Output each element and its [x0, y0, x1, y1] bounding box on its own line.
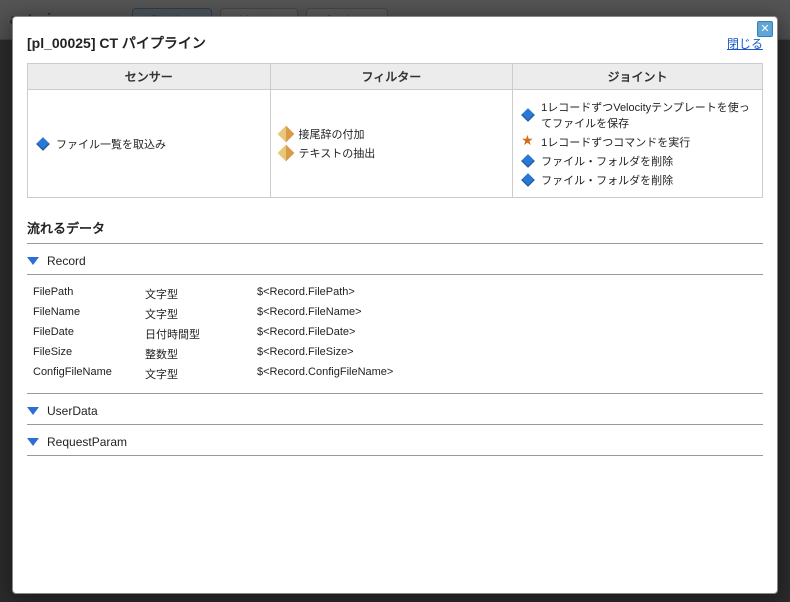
- field-row: ConfigFileName 文字型 $<Record.ConfigFileNa…: [29, 365, 761, 383]
- field-type: 文字型: [141, 365, 251, 383]
- field-name: FileDate: [29, 325, 139, 343]
- record-name: RequestParam: [47, 435, 127, 449]
- field-type: 文字型: [141, 305, 251, 323]
- joint-item[interactable]: ファイル・フォルダを削除: [521, 172, 754, 188]
- joint-item[interactable]: ファイル・フォルダを削除: [521, 153, 754, 169]
- joint-item-label: ファイル・フォルダを削除: [541, 153, 673, 169]
- filter-item-label: 接尾辞の付加: [299, 126, 365, 142]
- diamond-icon: [521, 108, 535, 122]
- pencil-icon: [277, 126, 294, 143]
- field-row: FileSize 整数型 $<Record.FileSize>: [29, 345, 761, 363]
- diamond-icon: [36, 137, 50, 151]
- field-value: $<Record.FilePath>: [253, 285, 761, 303]
- filter-cell: 接尾辞の付加 テキストの抽出: [270, 90, 513, 198]
- record-fields-table: FilePath 文字型 $<Record.FilePath> FileName…: [27, 283, 763, 385]
- field-type: 整数型: [141, 345, 251, 363]
- divider: [27, 424, 763, 425]
- star-icon: [521, 135, 535, 149]
- field-value: $<Record.ConfigFileName>: [253, 365, 761, 383]
- field-name: FilePath: [29, 285, 139, 303]
- joint-item-label: 1レコードずつコマンドを実行: [541, 134, 690, 150]
- field-name: FileSize: [29, 345, 139, 363]
- field-name: FileName: [29, 305, 139, 323]
- close-link[interactable]: 閉じる: [727, 35, 763, 52]
- joint-item-label: 1レコードずつVelocityテンプレートを使ってファイルを保存: [541, 99, 754, 131]
- divider: [27, 455, 763, 456]
- filter-item-label: テキストの抽出: [299, 145, 376, 161]
- sensor-item-label: ファイル一覧を取込み: [56, 136, 166, 152]
- filter-item[interactable]: 接尾辞の付加: [279, 126, 505, 142]
- filter-item[interactable]: テキストの抽出: [279, 145, 505, 161]
- field-type: 日付時間型: [141, 325, 251, 343]
- record-toggle-userdata[interactable]: UserData: [27, 404, 763, 418]
- field-row: FilePath 文字型 $<Record.FilePath>: [29, 285, 761, 303]
- pipeline-dialog: ✕ [pl_00025] CT パイプライン 閉じる センサー フィルター ジョ…: [12, 16, 778, 594]
- field-name: ConfigFileName: [29, 365, 139, 383]
- divider: [27, 243, 763, 244]
- field-value: $<Record.FileSize>: [253, 345, 761, 363]
- triangle-down-icon: [27, 257, 39, 265]
- record-toggle-requestparam[interactable]: RequestParam: [27, 435, 763, 449]
- record-name: Record: [47, 254, 86, 268]
- diamond-icon: [521, 154, 535, 168]
- diamond-icon: [521, 173, 535, 187]
- field-value: $<Record.FileName>: [253, 305, 761, 323]
- col-header-joint: ジョイント: [513, 64, 763, 90]
- record-name: UserData: [47, 404, 98, 418]
- triangle-down-icon: [27, 407, 39, 415]
- field-value: $<Record.FileDate>: [253, 325, 761, 343]
- pencil-icon: [277, 145, 294, 162]
- joint-item[interactable]: 1レコードずつVelocityテンプレートを使ってファイルを保存: [521, 99, 754, 131]
- joint-item-label: ファイル・フォルダを削除: [541, 172, 673, 188]
- sensor-item[interactable]: ファイル一覧を取込み: [36, 136, 262, 152]
- joint-item[interactable]: 1レコードずつコマンドを実行: [521, 134, 754, 150]
- field-row: FileDate 日付時間型 $<Record.FileDate>: [29, 325, 761, 343]
- triangle-down-icon: [27, 438, 39, 446]
- field-type: 文字型: [141, 285, 251, 303]
- dialog-title: [pl_00025] CT パイプライン: [27, 33, 206, 53]
- record-toggle-record[interactable]: Record: [27, 254, 763, 268]
- col-header-sensor: センサー: [28, 64, 271, 90]
- sensor-cell: ファイル一覧を取込み: [28, 90, 271, 198]
- divider: [27, 274, 763, 275]
- col-header-filter: フィルター: [270, 64, 513, 90]
- field-row: FileName 文字型 $<Record.FileName>: [29, 305, 761, 323]
- divider: [27, 393, 763, 394]
- close-icon[interactable]: ✕: [757, 21, 773, 37]
- pipeline-columns-table: センサー フィルター ジョイント ファイル一覧を取込み 接尾辞の付加: [27, 63, 763, 198]
- flow-data-title: 流れるデータ: [27, 218, 763, 237]
- joint-cell: 1レコードずつVelocityテンプレートを使ってファイルを保存 1レコードずつ…: [513, 90, 763, 198]
